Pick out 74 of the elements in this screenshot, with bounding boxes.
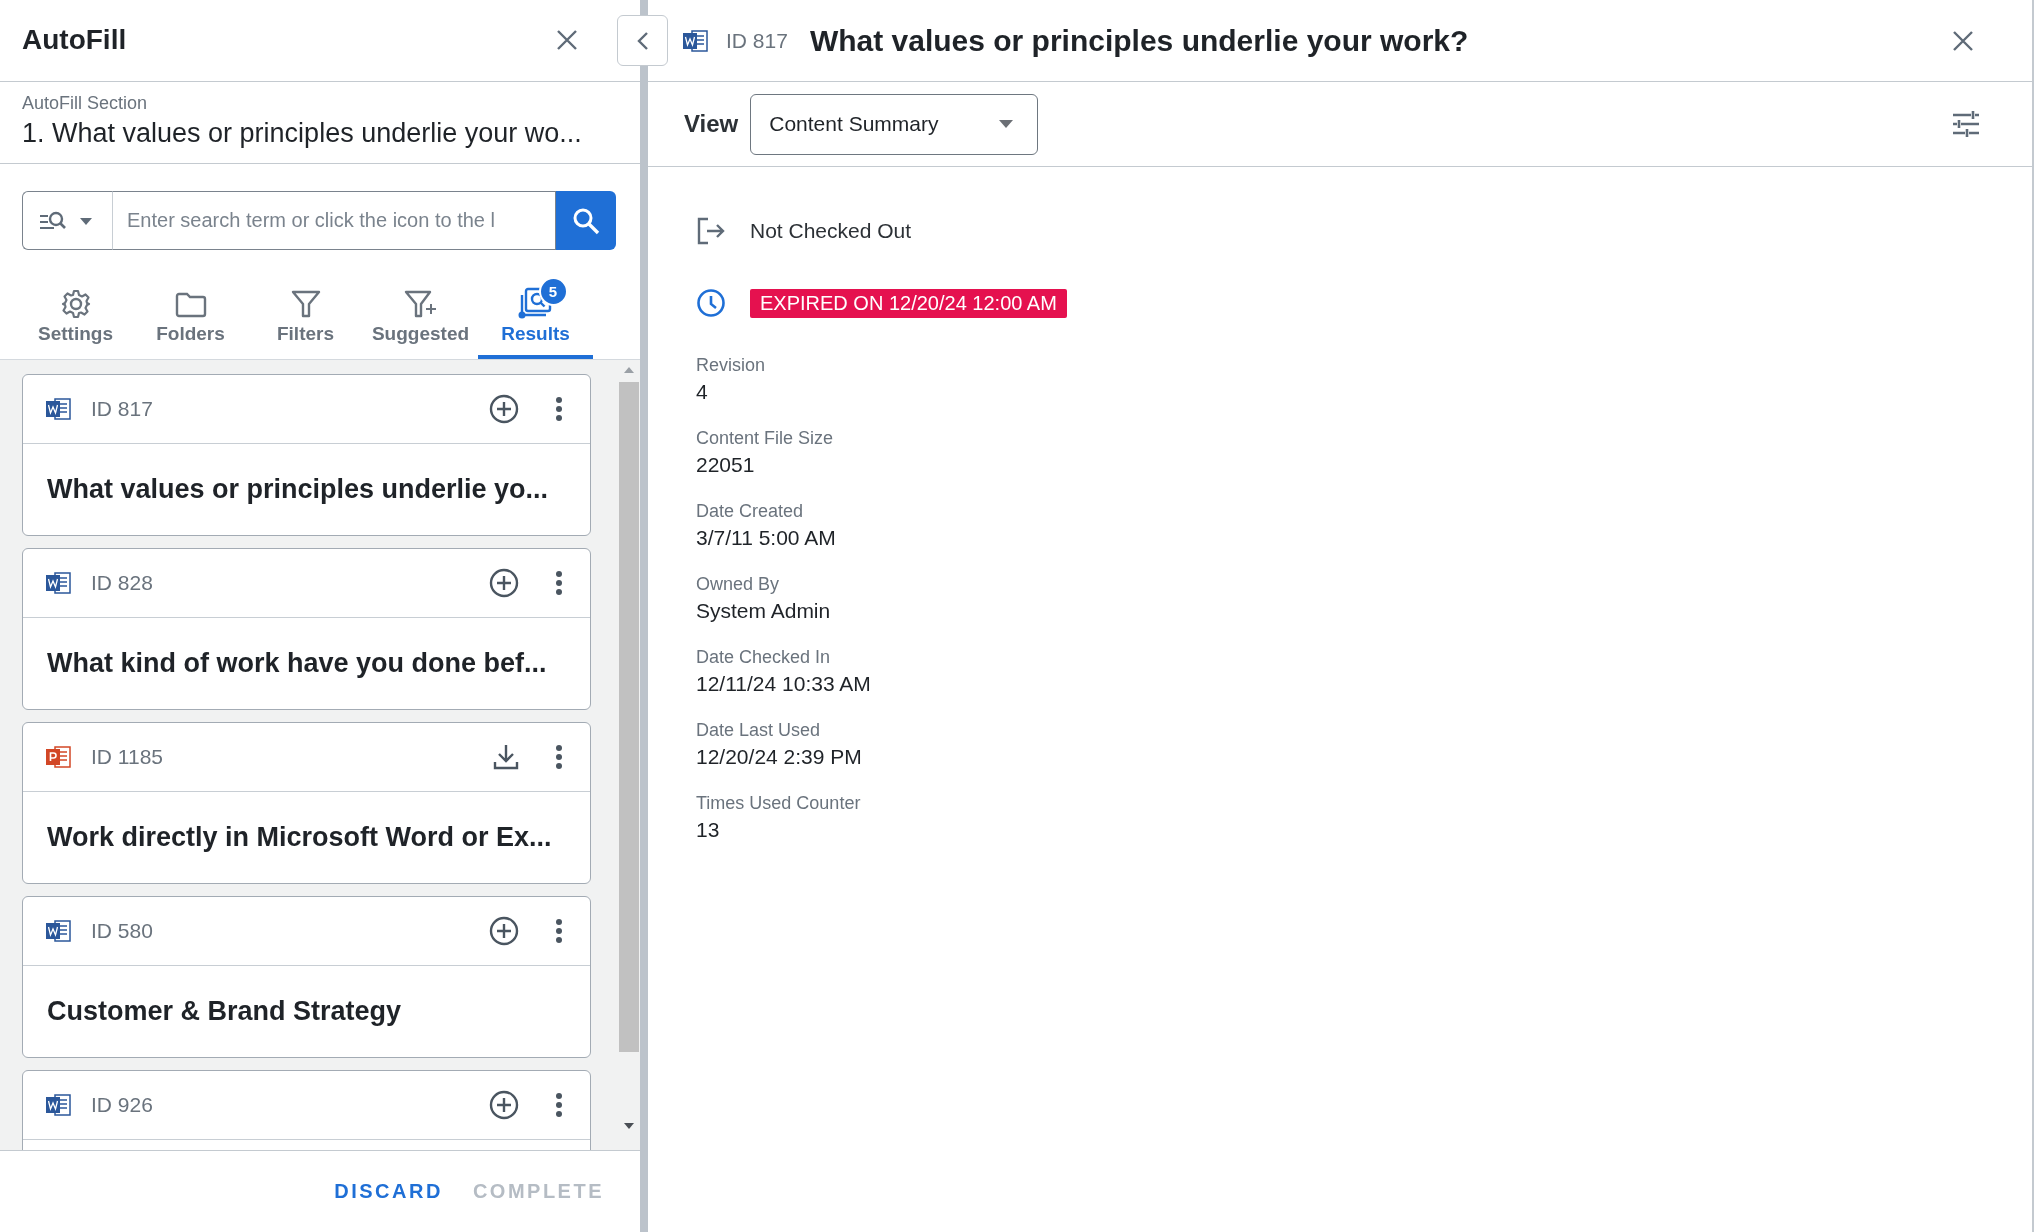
more-options-icon[interactable]: [555, 918, 563, 944]
document-title[interactable]: What values or principles underlie yo...: [47, 473, 549, 505]
search-field[interactable]: Enter search term or click the icon to the l: [112, 191, 556, 251]
word-document-icon: [45, 1092, 71, 1118]
result-card[interactable]: ID 828 What kind of work have you done bef...: [22, 548, 591, 710]
view-label: View: [684, 110, 739, 138]
field-label: Times Used Counter: [696, 793, 862, 814]
add-circle-icon[interactable]: [489, 1090, 519, 1120]
expired-badge: EXPIRED ON 12/20/24 12:00 AM: [750, 288, 1067, 318]
search-icon: [572, 206, 600, 235]
field-value: 22051: [696, 453, 756, 477]
document-id: ID 926: [91, 1093, 154, 1117]
field-value: System Admin: [696, 599, 832, 623]
add-circle-icon[interactable]: [489, 394, 519, 424]
add-circle-icon[interactable]: [489, 568, 519, 598]
more-options-icon[interactable]: [555, 570, 563, 596]
close-icon[interactable]: [1952, 29, 1974, 52]
gear-icon: [60, 289, 91, 319]
panel-title: AutoFill: [22, 24, 127, 57]
result-card[interactable]: ID 1185 Work directly in Microsoft Word or Ex...: [22, 722, 591, 884]
count-badge: 5: [538, 277, 568, 306]
field-label: Owned By: [696, 574, 781, 595]
document-id: ID 828: [91, 571, 154, 595]
document-id: ID 1185: [91, 745, 164, 769]
caret-down-icon: [999, 120, 1014, 128]
search-mode-dropdown[interactable]: [22, 191, 112, 251]
more-options-icon[interactable]: [555, 744, 563, 770]
field-value: 4: [696, 380, 709, 404]
word-document-icon: [45, 570, 71, 596]
word-document-icon: [45, 918, 71, 944]
field-label: Date Checked In: [696, 647, 832, 668]
result-card[interactable]: ID 817 What values or principles underlie yo...: [22, 374, 591, 536]
document-title: What values or principles underlie your work?: [809, 23, 1470, 58]
document-id: ID 817: [726, 28, 788, 53]
field-value: 3/7/11 5:00 AM: [696, 526, 837, 550]
powerpoint-document-icon: [45, 744, 71, 770]
field-value: 12/20/24 2:39 PM: [696, 745, 863, 769]
document-title[interactable]: Work directly in Microsoft Word or Ex...: [47, 821, 552, 853]
section-label: AutoFill Section: [22, 92, 149, 114]
checkout-status: Not Checked Out: [750, 219, 912, 243]
view-dropdown[interactable]: Content Summary: [750, 93, 1039, 155]
document-id: ID 580: [91, 919, 154, 943]
field-label: Date Last Used: [696, 720, 822, 741]
field-value: 12/11/24 10:33 AM: [696, 672, 872, 696]
word-document-icon: [682, 27, 708, 54]
footer-button[interactable]: DISCARD: [334, 1174, 443, 1210]
document-id: ID 817: [91, 397, 154, 421]
word-document-icon: [45, 396, 71, 422]
clock-icon: [696, 288, 726, 318]
field-label: Date Created: [696, 501, 805, 522]
result-card[interactable]: ID 580 Customer & Brand Strategy: [22, 896, 591, 1058]
exit-icon: [696, 217, 726, 245]
field-label: Revision: [696, 355, 767, 376]
tab[interactable]: Settings: [18, 282, 133, 359]
tab[interactable]: Filters: [248, 282, 363, 359]
funnel-sparkle-icon: [403, 289, 438, 319]
folder-icon: [174, 291, 207, 319]
close-icon[interactable]: [556, 29, 578, 52]
funnel-icon: [290, 289, 321, 319]
tab[interactable]: Folders: [133, 282, 248, 359]
more-options-icon[interactable]: [555, 396, 563, 422]
download-icon[interactable]: [493, 743, 519, 771]
search-button[interactable]: [556, 191, 616, 251]
more-options-icon[interactable]: [555, 1092, 563, 1118]
add-circle-icon[interactable]: [489, 916, 519, 946]
document-title[interactable]: What kind of work have you done bef...: [47, 647, 547, 679]
result-card[interactable]: ID 926: [22, 1070, 591, 1151]
section-name: 1. What values or principles underlie your wo...: [22, 117, 583, 149]
field-label: Content File Size: [696, 428, 835, 449]
chevron-left-icon: [635, 30, 650, 51]
tab[interactable]: Suggested: [363, 282, 478, 359]
field-value: 13: [696, 818, 721, 842]
settings-sliders-icon[interactable]: [1952, 111, 1980, 137]
document-title[interactable]: Customer & Brand Strategy: [47, 995, 402, 1027]
